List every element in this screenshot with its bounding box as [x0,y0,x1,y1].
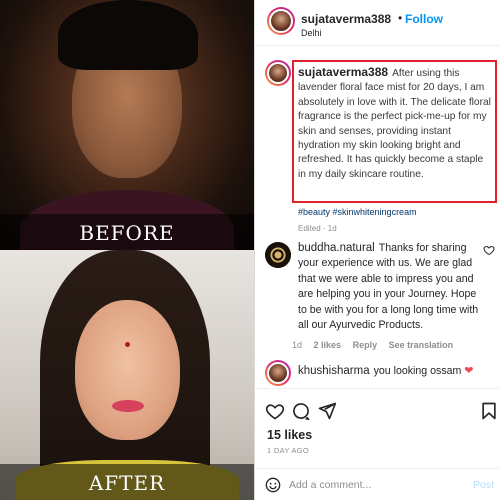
comment-like-icon[interactable] [483,244,495,256]
after-photo [0,250,254,500]
comment-meta: 1d 2 likes Reply See translation [292,340,462,350]
commenter-username[interactable]: khushisharma [298,365,370,377]
edited-label: Edited · 1d [298,224,337,233]
author-avatar[interactable] [267,7,295,35]
reply-button[interactable]: Reply [353,340,378,350]
share-icon[interactable] [317,401,337,421]
comment-icon[interactable] [291,401,311,421]
add-comment-bar: Post [255,468,500,500]
hashtags[interactable]: #beauty #skinwhiteningcream [298,207,417,217]
comment-text: you looking ossam [373,365,462,377]
before-hair [58,0,198,70]
author-username[interactable]: sujataverma388 [301,12,391,26]
commenter-avatar[interactable] [265,242,291,268]
comment-body: buddha.natural Thanks for sharing your ex… [298,241,483,333]
post-location[interactable]: Delhi [301,28,322,38]
caption-highlight-box: sujataverma388 After using this lavender … [292,60,497,203]
separator-dot: • [398,11,403,25]
post-image[interactable]: BEFORE AFTER [0,0,254,500]
action-bar [255,388,500,421]
post-header: sujataverma388 • Follow Delhi [255,0,500,46]
before-photo [0,0,254,250]
heart-icon[interactable] [265,401,285,421]
post-panel: sujataverma388 • Follow Delhi sujataverm… [254,0,500,500]
comment-likes[interactable]: 2 likes [314,340,342,350]
commenter-username[interactable]: buddha.natural [298,242,375,254]
comment-time: 1d [292,340,303,350]
smiley-icon[interactable] [265,477,281,493]
comment-text: Thanks for sharing your experience with … [298,242,479,332]
likes-count[interactable]: 15 likes [267,428,312,442]
before-label: BEFORE [0,214,254,252]
caption-text: After using this lavender floral face mi… [298,68,491,180]
commenter-avatar[interactable] [265,360,291,386]
comment-input[interactable] [289,476,449,494]
see-translation-button[interactable]: See translation [389,340,454,350]
post-timestamp: 1 DAY AGO [267,446,310,455]
post-comment-button[interactable]: Post [473,479,494,491]
comment-body: khushisharma you looking ossam ❤ [298,364,483,379]
after-face [75,300,180,440]
after-label: AFTER [0,464,254,500]
bindi [125,342,130,347]
lips [112,400,144,412]
red-heart-emoji: ❤ [464,365,474,377]
caption-username[interactable]: sujataverma388 [298,65,388,79]
caption-author-avatar[interactable] [265,60,291,86]
follow-button[interactable]: Follow [405,12,443,26]
bookmark-icon[interactable] [479,401,499,421]
